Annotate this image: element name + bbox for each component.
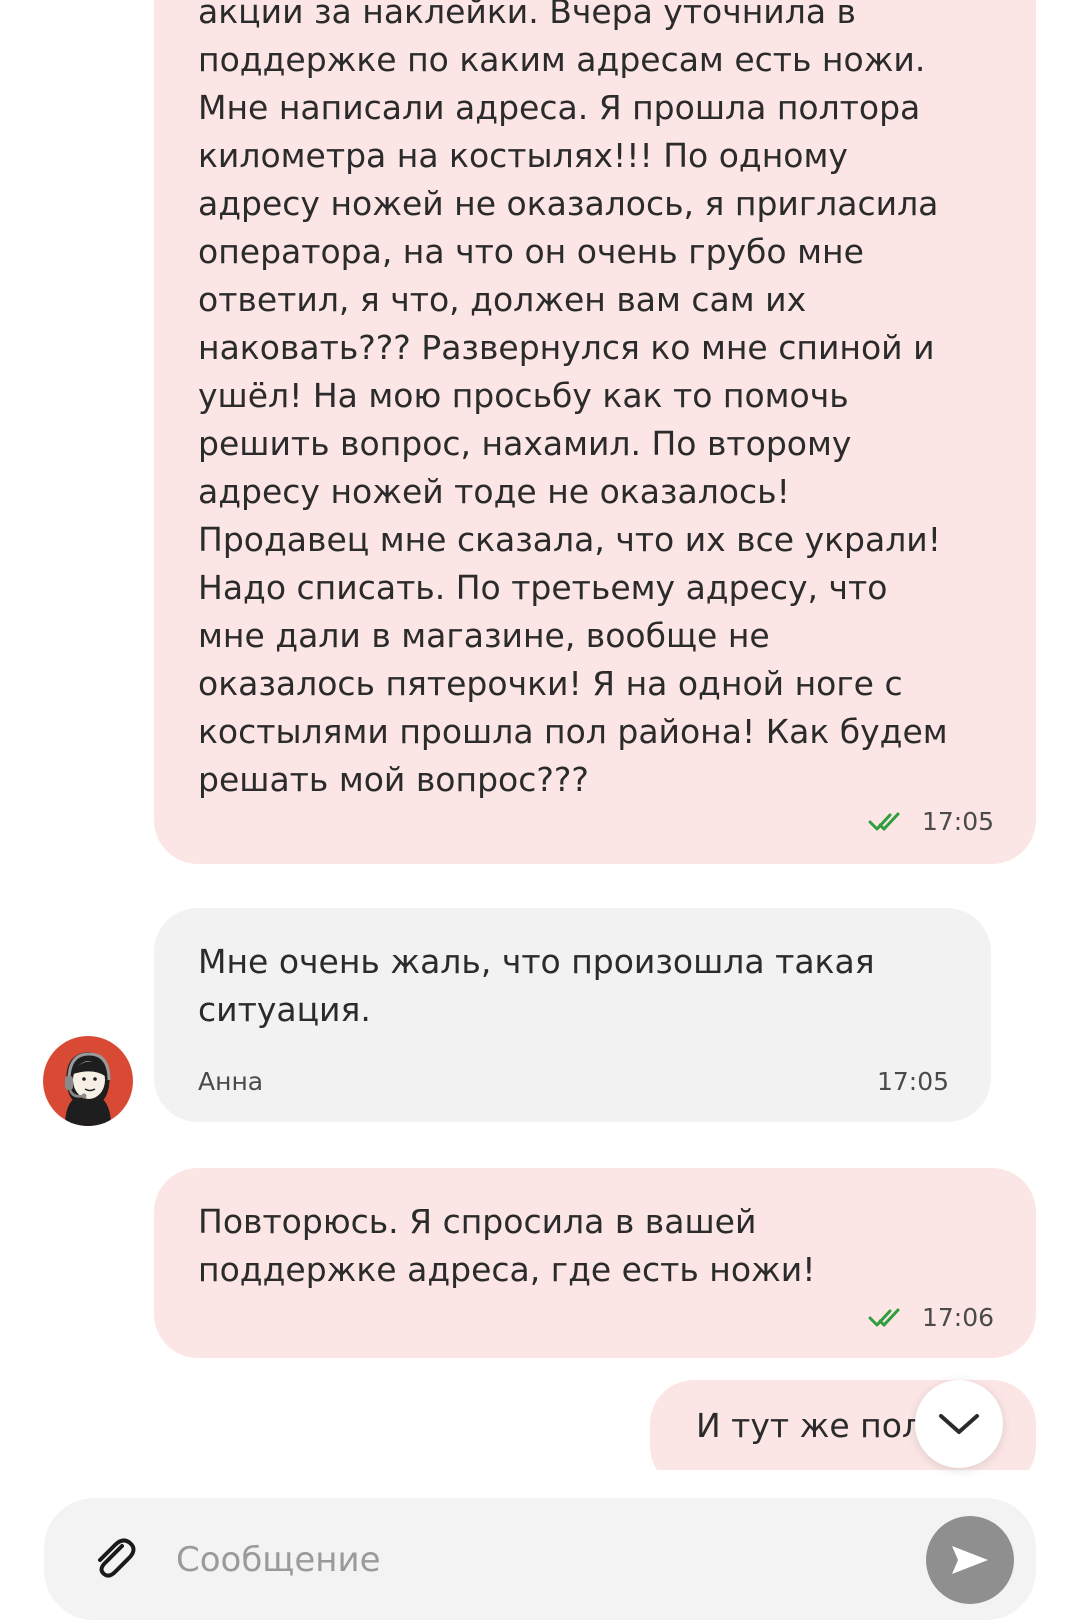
double-check-icon — [868, 1308, 900, 1326]
operator-avatar-icon — [43, 1036, 133, 1126]
message-meta: 17:05 — [877, 1067, 949, 1096]
double-check-icon — [868, 812, 900, 830]
operator-avatar — [43, 1036, 133, 1126]
message-input[interactable] — [174, 1524, 898, 1596]
message-text: Повторюсь. Я спросила в вашей поддержке … — [198, 1202, 816, 1289]
message-meta: 17:06 — [868, 1303, 994, 1332]
scroll-to-bottom-button[interactable] — [915, 1380, 1003, 1468]
message-text: Мне очень жаль, что произошла такая ситу… — [198, 942, 875, 1029]
outgoing-message[interactable]: Повторюсь. Я спросила в вашей поддержке … — [154, 1168, 1036, 1358]
paperclip-icon[interactable] — [88, 1532, 142, 1586]
chevron-down-icon — [939, 1414, 979, 1434]
message-composer — [44, 1498, 1036, 1620]
message-time: 17:05 — [921, 807, 994, 836]
message-text: акции за наклейки. Вчера уточнила в подд… — [198, 0, 948, 799]
message-meta: 17:05 — [868, 807, 994, 836]
send-icon — [952, 1546, 988, 1574]
chat-history[interactable]: акции за наклейки. Вчера уточнила в подд… — [0, 0, 1080, 1470]
send-button[interactable] — [926, 1516, 1014, 1604]
message-time: 17:05 — [876, 1067, 949, 1096]
message-time: 17:06 — [921, 1303, 994, 1332]
incoming-message[interactable]: Мне очень жаль, что произошла такая ситу… — [154, 908, 991, 1122]
message-author: Анна — [198, 1067, 264, 1096]
outgoing-message[interactable]: акции за наклейки. Вчера уточнила в подд… — [154, 0, 1036, 864]
